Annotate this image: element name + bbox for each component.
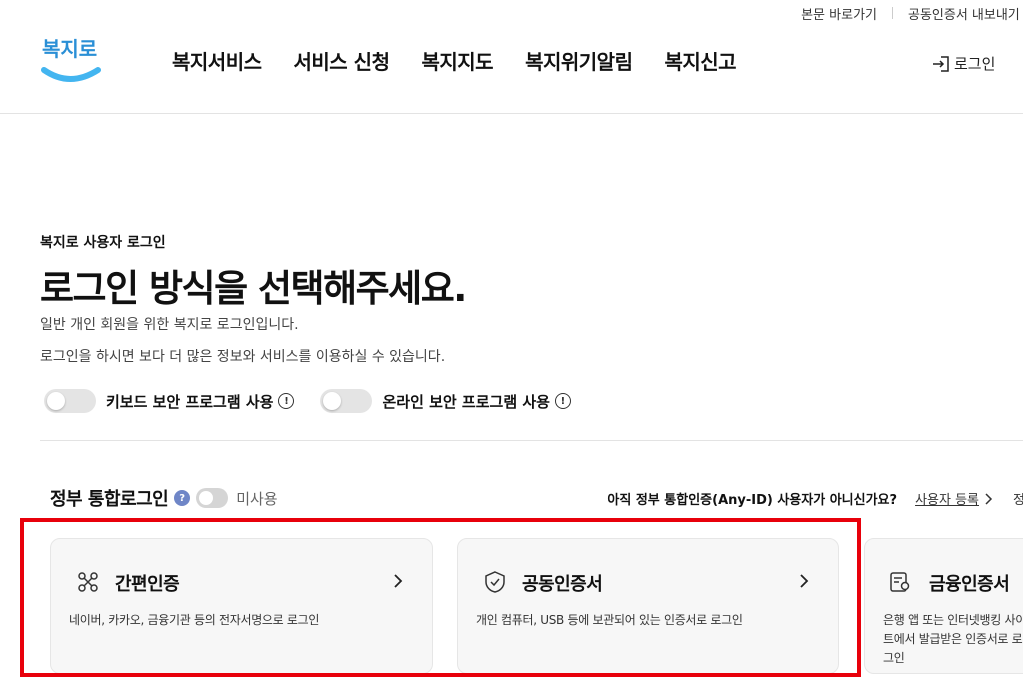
nav-welfare-map[interactable]: 복지지도 xyxy=(421,46,493,75)
gov-login-switch[interactable] xyxy=(196,488,229,508)
section-divider xyxy=(40,440,1023,441)
nav-welfare-service[interactable]: 복지서비스 xyxy=(172,46,262,75)
register-label: 사용자 등록 xyxy=(915,493,979,508)
truncated-link[interactable]: 정 xyxy=(1013,489,1023,508)
gov-login-section: 정부 통합로그인 ? 미사용 xyxy=(50,485,278,511)
card-description: 네이버, 카카오, 금융기관 등의 전자서명으로 로그인 xyxy=(69,613,320,627)
gov-login-status: 미사용 xyxy=(236,489,278,508)
login-icon xyxy=(933,55,949,72)
card-title: 공동인증서 xyxy=(522,574,603,595)
divider xyxy=(892,7,893,19)
financial-cert-card[interactable]: 금융인증서 은행 앱 또는 인터넷뱅킹 사이트에서 발급받은 인증서로 로그인 xyxy=(864,538,1023,674)
joint-cert-card[interactable]: 공동인증서 개인 컴퓨터, USB 등에 보관되어 있는 인증서로 로그인 xyxy=(457,538,839,674)
skip-to-content-link[interactable]: 본문 바로가기 xyxy=(801,4,877,23)
keyboard-security-switch[interactable] xyxy=(44,389,96,413)
login-label: 로그인 xyxy=(954,55,996,73)
keyboard-security-label: 키보드 보안 프로그램 사용 xyxy=(106,392,274,411)
logo-mark: 복지로 xyxy=(41,37,101,82)
anyid-question: 아직 정부 통합인증(Any-ID) 사용자가 아니신가요? xyxy=(607,493,898,508)
info-icon[interactable]: ! xyxy=(278,393,295,409)
card-title: 금융인증서 xyxy=(929,574,1010,595)
card-title: 간편인증 xyxy=(115,574,180,595)
cert-export-link[interactable]: 공동인증서 내보내기 xyxy=(908,8,1020,23)
chevron-right-icon xyxy=(800,574,809,588)
nav-welfare-report[interactable]: 복지신고 xyxy=(664,46,736,75)
description-line-1: 일반 개인 회원을 위한 복지로 로그인입니다. xyxy=(40,317,299,333)
chevron-right-icon xyxy=(985,492,993,505)
card-description: 개인 컴퓨터, USB 등에 보관되어 있는 인증서로 로그인 xyxy=(476,613,743,627)
help-icon[interactable]: ? xyxy=(174,490,191,506)
certificate-icon xyxy=(890,572,910,592)
online-security-toggle[interactable]: 온라인 보안 프로그램 사용 ! xyxy=(320,389,571,413)
security-toggles: 키보드 보안 프로그램 사용 ! 온라인 보안 프로그램 사용 ! xyxy=(44,389,597,413)
simple-auth-icon xyxy=(78,572,98,592)
logo[interactable]: 복지로 xyxy=(40,30,102,88)
online-security-switch[interactable] xyxy=(320,389,373,413)
simple-auth-card[interactable]: 간편인증 네이버, 카카오, 금융기관 등의 전자서명으로 로그인 xyxy=(50,538,433,674)
page-title: 로그인 방식을 선택해주세요. xyxy=(40,267,467,310)
login-link[interactable]: 로그인 xyxy=(932,53,995,74)
main-nav: 복지서비스 서비스 신청 복지지도 복지위기알림 복지신고 xyxy=(172,46,737,75)
shield-check-icon xyxy=(485,571,505,593)
chevron-right-icon xyxy=(394,574,403,588)
keyboard-security-toggle[interactable]: 키보드 보안 프로그램 사용 ! xyxy=(44,389,295,413)
cert-export-clip: 공동인증서 내보내기 xyxy=(908,4,1023,23)
card-description: 은행 앱 또는 인터넷뱅킹 사이트에서 발급받은 인증서로 로그인 xyxy=(883,613,1023,665)
page-subtitle: 복지로 사용자 로그인 xyxy=(40,235,166,251)
logo-text: 복지로 xyxy=(42,37,97,61)
online-security-label: 온라인 보안 프로그램 사용 xyxy=(382,392,550,411)
nav-crisis-alert[interactable]: 복지위기알림 xyxy=(525,46,633,75)
nav-service-apply[interactable]: 서비스 신청 xyxy=(294,46,390,75)
register-link[interactable]: 사용자 등록 xyxy=(915,489,993,508)
gov-login-title: 정부 통합로그인 xyxy=(50,489,169,510)
header: 본문 바로가기 공동인증서 내보내기 복지로 복지서비스 서비스 신청 복지지도… xyxy=(0,0,1023,114)
description-line-2: 로그인을 하시면 보다 더 많은 정보와 서비스를 이용하실 수 있습니다. xyxy=(40,349,446,365)
info-icon[interactable]: ! xyxy=(554,393,571,409)
anyid-row: 아직 정부 통합인증(Any-ID) 사용자가 아니신가요? 사용자 등록 정 xyxy=(607,489,1023,508)
utility-bar: 본문 바로가기 공동인증서 내보내기 xyxy=(801,4,1023,23)
